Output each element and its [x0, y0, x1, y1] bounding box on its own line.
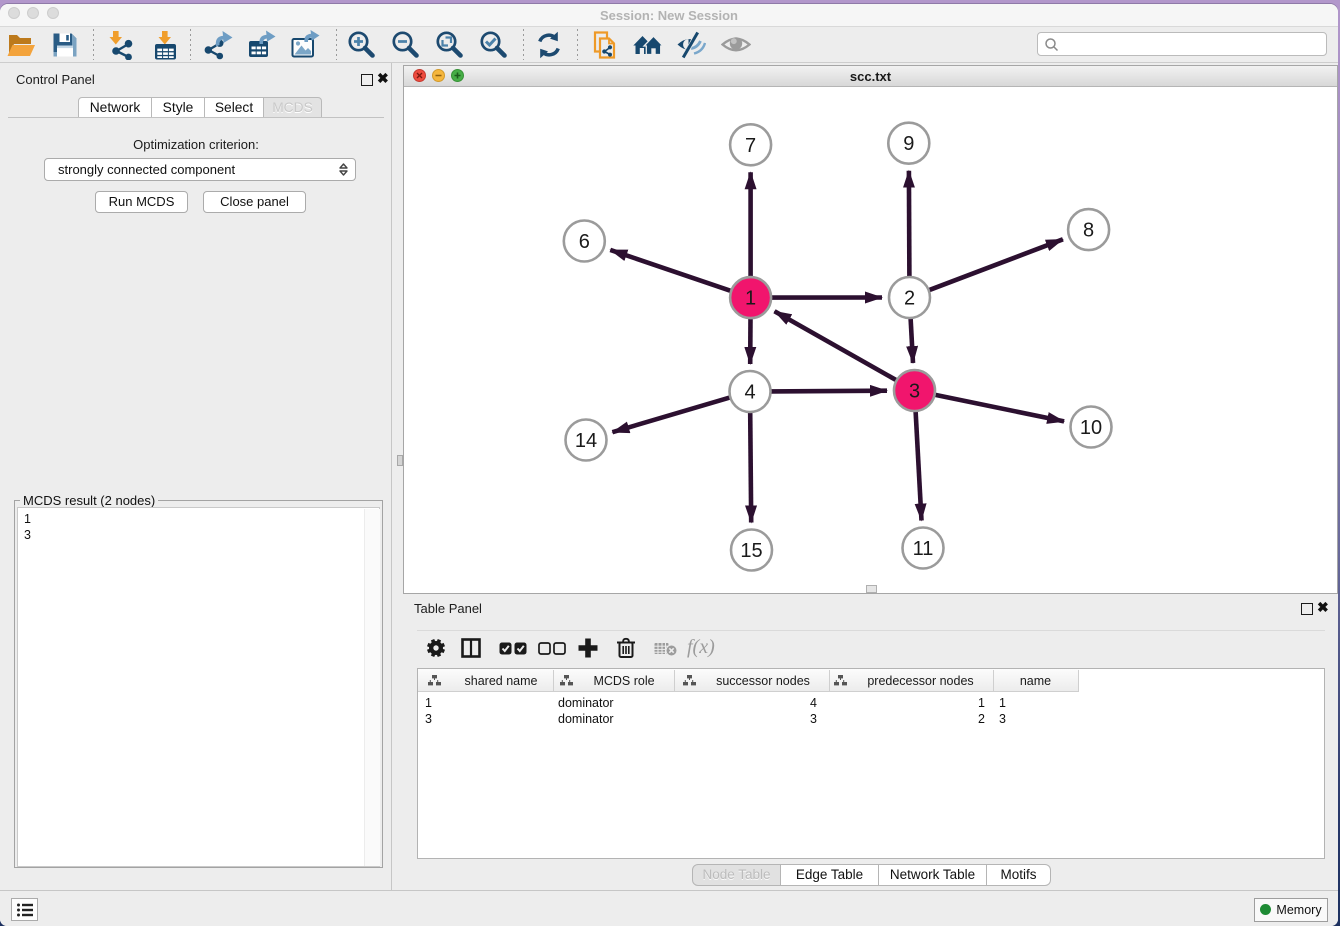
svg-text:11: 11 [913, 538, 934, 560]
svg-text:6: 6 [579, 231, 590, 253]
svg-text:10: 10 [1080, 417, 1102, 439]
svg-text:14: 14 [575, 430, 597, 452]
svg-text:1: 1 [745, 288, 756, 310]
svg-text:4: 4 [744, 382, 755, 404]
svg-text:2: 2 [904, 288, 915, 310]
svg-text:3: 3 [909, 381, 920, 403]
svg-text:15: 15 [740, 540, 762, 562]
svg-text:9: 9 [903, 133, 914, 155]
svg-text:7: 7 [745, 135, 756, 157]
svg-text:8: 8 [1083, 220, 1094, 242]
